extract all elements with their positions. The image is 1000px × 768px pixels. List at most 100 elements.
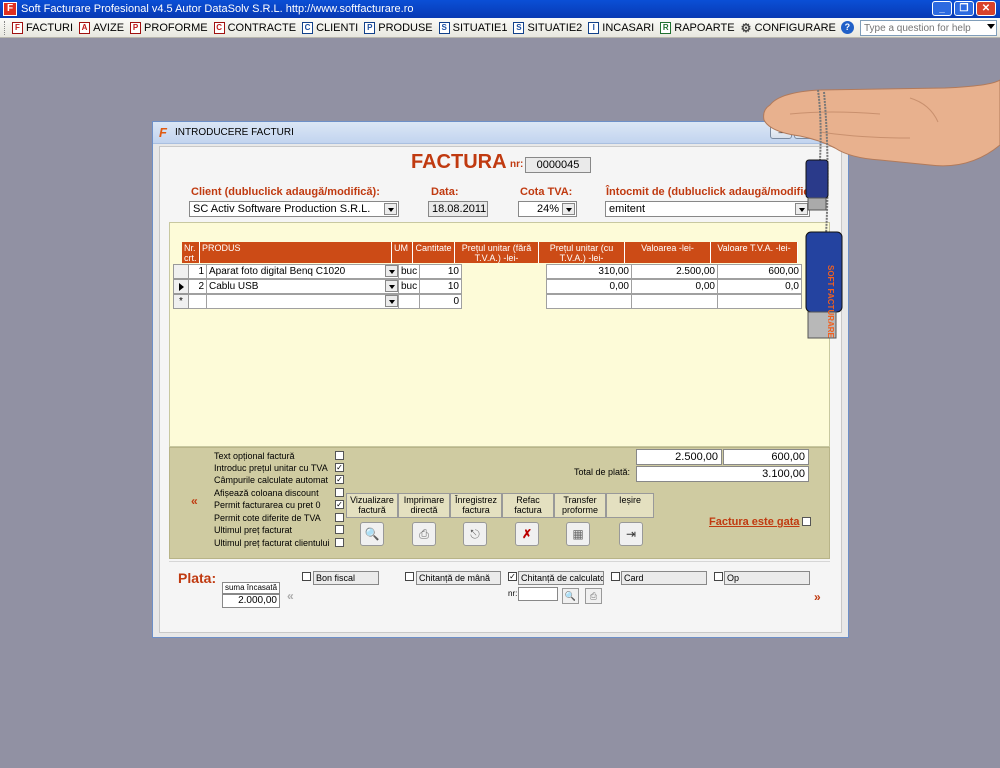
produse-icon: P	[364, 21, 376, 34]
table-row-new[interactable]: * 0	[173, 294, 802, 309]
product-cell[interactable]: Cablu USB	[207, 279, 399, 294]
nr-label: nr:	[510, 159, 524, 170]
menu-proforme[interactable]: P PROFORME	[127, 19, 211, 37]
next-button[interactable]: »	[814, 590, 821, 604]
transfer-proforma-button[interactable]: Transfer proforme	[554, 493, 606, 518]
close-button[interactable]: ✕	[976, 1, 996, 16]
print-direct-button[interactable]: Imprimare directă	[398, 493, 450, 518]
table-row[interactable]: 2 Cablu USB buc 10 0,00 0,00 0,0	[173, 279, 802, 294]
date-field[interactable]: 18.08.2011	[428, 201, 488, 217]
chevron-down-icon[interactable]	[384, 203, 397, 215]
chitanta-calculator-field[interactable]: Chitanță de calculator	[518, 571, 604, 585]
option-checkbox[interactable]: ✓	[335, 475, 344, 484]
register-invoice-button[interactable]: Înregistrez factura	[450, 493, 502, 518]
op-checkbox[interactable]	[714, 572, 723, 581]
usb-key-illustration: SOFT FACTURARE	[763, 79, 1000, 339]
exit-button[interactable]: Ieșire	[606, 493, 654, 518]
chitanta-calculator-checkbox[interactable]: ✓	[508, 572, 517, 581]
minimize-button[interactable]: _	[932, 1, 952, 16]
printer-icon[interactable]: ⎙	[585, 588, 602, 604]
menu-situatie2[interactable]: S SITUATIE2	[510, 19, 585, 37]
chevron-down-icon[interactable]	[385, 265, 398, 277]
app-title: Soft Facturare Profesional v4.5 Autor Da…	[21, 3, 414, 15]
chevron-down-icon[interactable]	[987, 24, 995, 29]
preview-icon[interactable]: 🔍	[360, 522, 384, 546]
app-logo-icon: F	[3, 2, 17, 16]
chevron-down-icon[interactable]	[562, 203, 575, 215]
invoice-number-field[interactable]: 0000045	[525, 157, 591, 173]
menu-clienti[interactable]: C CLIENTI	[299, 19, 361, 37]
card-checkbox[interactable]	[611, 572, 620, 581]
register-icon[interactable]: ⎋	[463, 522, 487, 546]
printer-icon[interactable]: ⎙	[412, 522, 436, 546]
menu-incasari[interactable]: I INCASARI	[585, 19, 657, 37]
op-field[interactable]: Op	[724, 571, 810, 585]
col-cantitate: Cantitate	[413, 242, 455, 263]
chitanta-mana-field[interactable]: Chitanță de mână	[416, 571, 501, 585]
invoice-form: FACTURA nr: 0000045 Client (dubluclick a…	[159, 146, 842, 633]
payment-label: Plata:	[178, 570, 217, 586]
product-cell[interactable]: Aparat foto digital Benq C1020	[207, 264, 399, 279]
menu-bar: F FACTURI A AVIZE P PROFORME C CONTRACTE C CL…	[0, 18, 1000, 38]
preview-icon[interactable]: 🔍	[562, 588, 579, 604]
rapoarte-icon: R	[660, 21, 672, 34]
amount-collected-label: suma încasată	[222, 582, 280, 594]
option-checkbox[interactable]	[335, 513, 344, 522]
transfer-icon[interactable]: ▦	[566, 522, 590, 546]
menu-situatie1[interactable]: S SITUATIE1	[436, 19, 511, 37]
option-checkbox[interactable]: ✓	[335, 500, 344, 509]
redo-icon[interactable]: ✗	[515, 522, 539, 546]
col-nr: Nr. crt.	[182, 242, 200, 263]
dialog-title: INTRODUCERE FACTURI	[175, 127, 294, 138]
col-um: UM	[392, 242, 413, 263]
options-panel: Text opțional factură Introduc prețul un…	[169, 447, 830, 559]
option-checkbox[interactable]: ✓	[335, 463, 344, 472]
previous-button[interactable]: «	[287, 589, 294, 603]
menu-facturi[interactable]: F FACTURI	[9, 19, 76, 37]
receipt-nr-input[interactable]	[518, 587, 558, 601]
bon-fiscal-checkbox[interactable]	[302, 572, 311, 581]
bon-fiscal-field[interactable]: Bon fiscal	[313, 571, 379, 585]
option-label: Permit facturarea cu pret 0	[214, 500, 321, 510]
client-select[interactable]: SC Activ Software Production S.R.L.	[189, 201, 399, 217]
client-label: Client (dubluclick adaugă/modifică):	[191, 186, 380, 198]
invoice-title: FACTURA	[411, 151, 507, 173]
situatie1-icon: S	[438, 21, 450, 34]
help-icon[interactable]: ?	[840, 21, 854, 34]
invoice-ready-checkbox[interactable]	[802, 517, 811, 526]
option-checkbox[interactable]	[335, 488, 344, 497]
card-field[interactable]: Card	[621, 571, 707, 585]
collapse-options-button[interactable]: «	[191, 494, 198, 508]
help-search-input[interactable]	[860, 20, 997, 36]
tva-select[interactable]: 24%	[518, 201, 577, 217]
chitanta-mana-checkbox[interactable]	[405, 572, 414, 581]
option-checkbox[interactable]	[335, 451, 344, 460]
menu-avize[interactable]: A AVIZE	[76, 19, 127, 37]
usb-stick-text: SOFT FACTURARE	[826, 265, 835, 339]
exit-icon[interactable]: ⇥	[619, 522, 643, 546]
restore-button[interactable]: ❐	[954, 1, 974, 16]
redo-invoice-button[interactable]: Refac factura	[502, 493, 554, 518]
table-row[interactable]: 1 Aparat foto digital Benq C1020 buc 10 …	[173, 264, 802, 279]
menu-produse[interactable]: P PRODUSE	[361, 19, 435, 37]
row-selector[interactable]	[173, 279, 189, 294]
option-checkbox[interactable]	[335, 525, 344, 534]
col-produs: PRODUS	[200, 242, 392, 263]
menu-configurare[interactable]: ⚙ CONFIGURARE	[738, 19, 839, 37]
chevron-down-icon[interactable]	[385, 295, 398, 307]
row-selector[interactable]	[173, 264, 189, 279]
col-pret-fara-tva: Prețul unitar (fără T.V.A.) -lei-	[455, 242, 539, 263]
option-label: Permit cote diferite de TVA	[214, 513, 321, 523]
total-label: Total de plată:	[574, 467, 631, 477]
chevron-down-icon[interactable]	[385, 280, 398, 292]
row-selector[interactable]: *	[173, 294, 189, 309]
amount-collected-field[interactable]: 2.000,00	[222, 594, 280, 608]
preview-invoice-button[interactable]: Vizualizare factură	[346, 493, 398, 518]
col-valoare: Valoarea -lei-	[625, 242, 711, 263]
option-checkbox[interactable]	[335, 538, 344, 547]
app-titlebar: F Soft Facturare Profesional v4.5 Autor …	[0, 0, 1000, 18]
option-label: Câmpurile calculate automat	[214, 475, 329, 485]
product-cell[interactable]	[207, 294, 399, 309]
menu-contracte[interactable]: C CONTRACTE	[211, 19, 299, 37]
menu-rapoarte[interactable]: R RAPOARTE	[657, 19, 737, 37]
